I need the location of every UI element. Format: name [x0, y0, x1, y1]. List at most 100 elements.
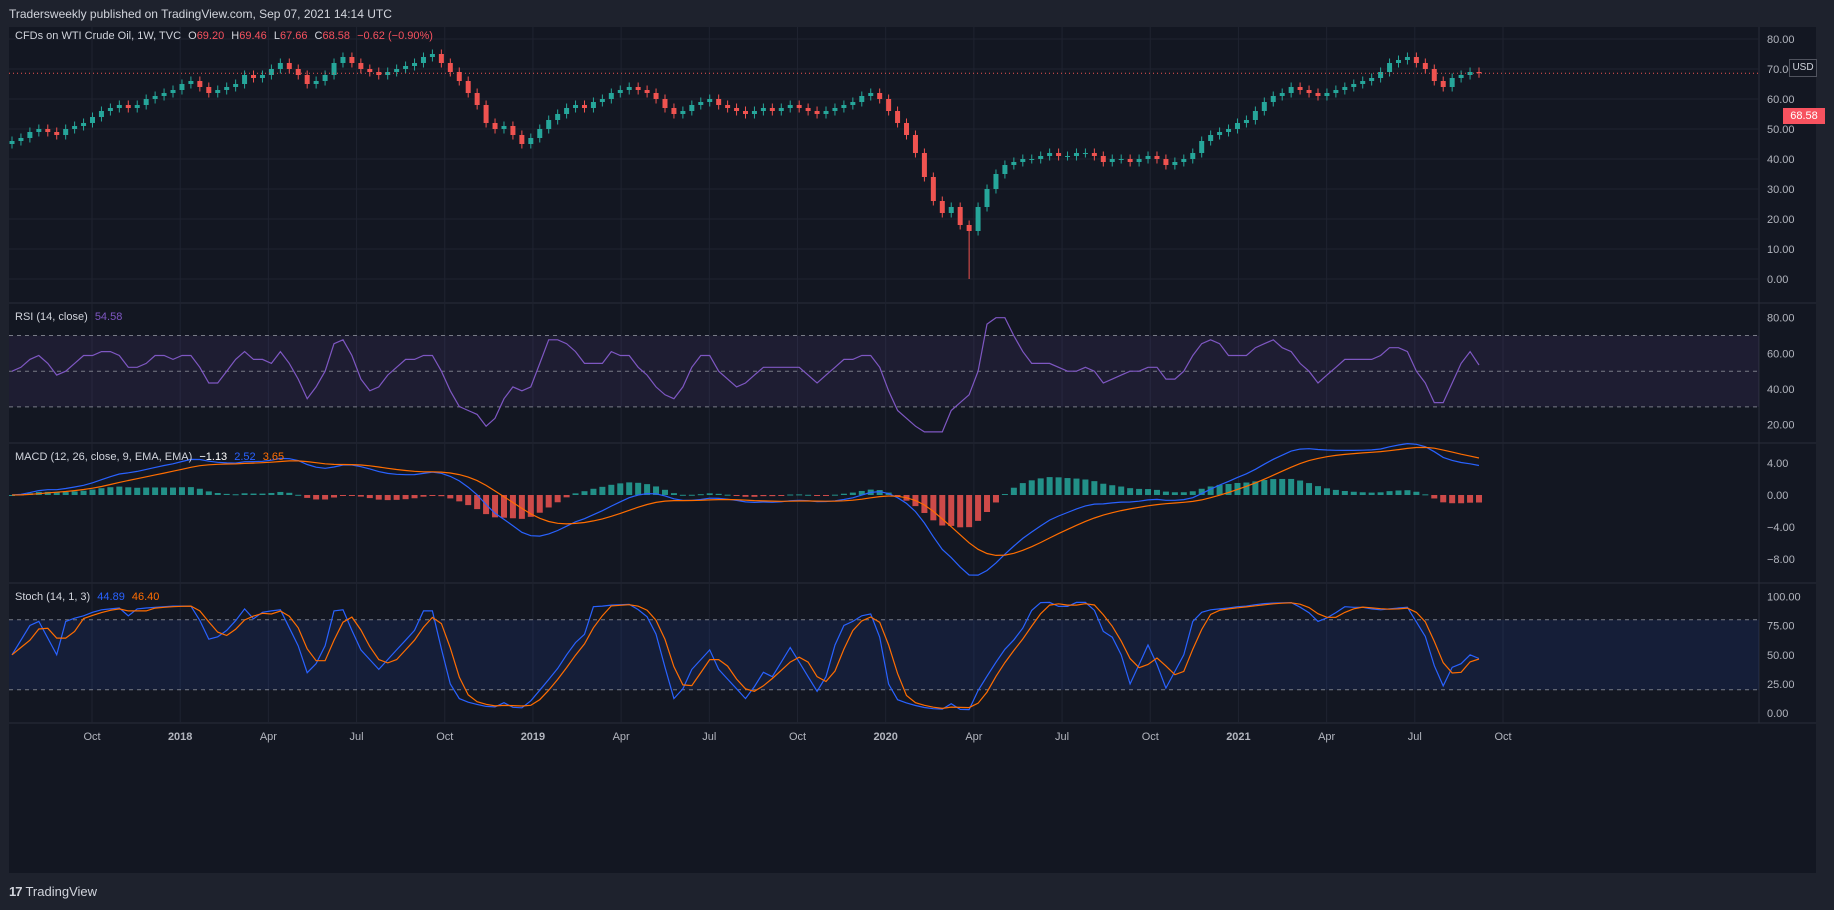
currency-badge[interactable]: USD	[1789, 59, 1817, 77]
candle-body	[1413, 57, 1419, 63]
candle-body	[1217, 132, 1223, 135]
candle-body	[778, 108, 784, 111]
rsi-tick-label: 60.00	[1767, 348, 1795, 360]
candle-body	[1306, 90, 1312, 93]
candle-body	[743, 111, 748, 114]
macd-histogram-bar	[1306, 483, 1313, 495]
candle-body	[251, 75, 257, 78]
x-tick-label: 2018	[168, 731, 192, 743]
macd-histogram-bar	[232, 494, 239, 496]
macd-histogram-bar	[679, 494, 686, 496]
candle-body	[36, 129, 42, 132]
macd-histogram-bar	[1091, 481, 1098, 495]
candle-body	[340, 57, 346, 63]
candle-body	[1145, 156, 1151, 159]
candle-body	[358, 63, 364, 69]
macd-histogram-bar	[1431, 495, 1438, 499]
candle-body	[304, 75, 310, 84]
candle-body	[850, 102, 856, 105]
candle-body	[9, 141, 15, 144]
last-price-tag: 68.58	[1783, 108, 1825, 124]
candle-body	[1100, 156, 1106, 162]
candle-body	[886, 99, 892, 111]
macd-histogram-bar	[1243, 482, 1250, 495]
candle-body	[939, 201, 945, 213]
macd-histogram-bar	[178, 487, 185, 495]
rsi-title: RSI (14, close)	[15, 311, 88, 323]
candle-body	[975, 207, 981, 231]
candle-body	[1226, 129, 1232, 132]
macd-histogram-bar	[509, 495, 516, 519]
candle-body	[948, 207, 954, 213]
macd-line	[11, 442, 1480, 576]
macd-histogram-bar	[661, 489, 668, 495]
candle-body	[206, 87, 212, 93]
macd-histogram-bar	[849, 492, 856, 495]
stoch-title: Stoch (14, 1, 3)	[15, 591, 91, 603]
x-tick-label: Oct	[83, 731, 100, 743]
candle-body	[904, 123, 910, 135]
candle-body	[1118, 159, 1124, 160]
candle-body	[90, 117, 96, 123]
macd-histogram-bar	[1127, 488, 1134, 495]
candle-body	[215, 90, 221, 93]
candle-body	[1109, 159, 1115, 162]
macd-histogram-bar	[957, 495, 964, 528]
x-tick-label: Oct	[436, 731, 453, 743]
macd-histogram-bar	[554, 495, 561, 503]
candle-body	[787, 105, 793, 108]
macd-histogram-bar	[1001, 494, 1008, 496]
macd-histogram-bar	[170, 487, 177, 495]
candle-body	[1297, 87, 1303, 90]
candle-body	[689, 105, 695, 111]
candle-body	[492, 123, 498, 129]
stoch-tick-label: 100.00	[1767, 591, 1801, 603]
candle-body	[760, 108, 766, 111]
candle-body	[796, 105, 802, 108]
candle-body	[1208, 135, 1214, 141]
macd-histogram-bar	[1055, 477, 1062, 495]
macd-histogram-bar	[1109, 485, 1116, 495]
candle-body	[107, 108, 113, 111]
candle-body	[420, 57, 426, 63]
macd-histogram-bar	[1467, 495, 1474, 503]
macd-histogram-bar	[760, 495, 767, 497]
stoch-k-value: 44.89	[97, 591, 125, 603]
macd-histogram-bar	[98, 488, 105, 495]
chart-area[interactable]: Oct 2018 Apr Jul Oct 2019 Apr Jul Oct 2020 Apr Jul O…	[9, 27, 1825, 873]
candle-body	[54, 132, 60, 135]
candle-body	[1091, 153, 1097, 156]
macd-histogram-bar	[733, 495, 740, 496]
macd-histogram-bar	[984, 495, 991, 512]
candle-body	[438, 54, 444, 63]
candle-body	[1431, 69, 1437, 81]
macd-histogram-bar	[447, 495, 454, 499]
x-tick-label: Apr	[260, 731, 277, 743]
candle-body	[725, 105, 731, 108]
candle-body	[921, 153, 927, 177]
chart-svg[interactable]: Oct 2018 Apr Jul Oct 2019 Apr Jul Oct 2020 Apr Jul O…	[9, 27, 1816, 873]
macd-histogram-bar	[1270, 479, 1277, 495]
macd-histogram-bar	[697, 494, 704, 496]
candle-body	[1279, 93, 1285, 96]
tradingview-logo[interactable]: 17 TradingView	[9, 884, 97, 899]
macd-histogram-bar	[322, 495, 329, 500]
macd-histogram-bar	[366, 495, 373, 499]
candle-body	[179, 84, 185, 90]
candle-body	[573, 105, 579, 108]
macd-histogram-bar	[1153, 489, 1160, 495]
candle-body	[814, 111, 820, 114]
macd-histogram-bar	[393, 495, 400, 500]
candle-body	[1342, 87, 1348, 90]
macd-histogram-bar	[1386, 491, 1393, 495]
candle-body	[751, 111, 757, 114]
macd-histogram-bar	[196, 488, 203, 495]
candle-body	[242, 75, 248, 84]
rsi-legend: RSI (14, close) 54.58	[15, 311, 122, 323]
stoch-band	[9, 619, 1759, 690]
candle-body	[1199, 141, 1205, 153]
candle-body	[349, 57, 355, 63]
macd-histogram-bar	[286, 492, 293, 495]
macd-histogram-bar	[268, 492, 275, 495]
candle-body	[1029, 159, 1035, 160]
